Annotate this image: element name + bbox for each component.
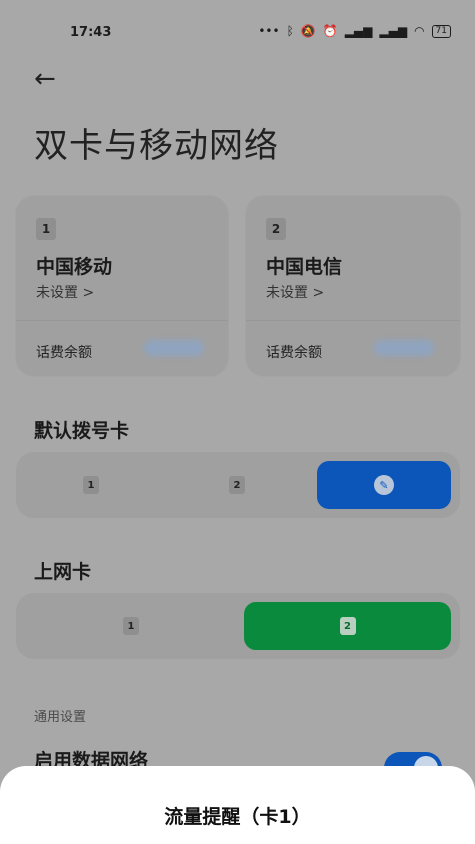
- sim-divider: [16, 320, 228, 321]
- sim-divider: [246, 320, 460, 321]
- sim-status-2[interactable]: 未设置 >: [266, 282, 324, 302]
- sim-carrier-1: 中国移动: [36, 256, 113, 278]
- sim-badge-1: 1: [36, 218, 56, 240]
- alarm-icon: ⏰: [322, 24, 338, 38]
- data-sim-title: 上网卡: [34, 561, 92, 583]
- general-settings-label: 通用设置: [34, 710, 87, 725]
- sim-card-1[interactable]: 1 中国移动 未设置 > 话费余额: [16, 196, 228, 376]
- sim-card-2[interactable]: 2 中国电信 未设置 > 话费余额: [246, 196, 460, 376]
- bottom-sheet: 流量提醒（卡1）: [0, 766, 475, 844]
- data-sim-selector: 1 2: [16, 593, 460, 659]
- back-arrow-icon[interactable]: ←: [34, 64, 56, 94]
- sim-badge-2: 2: [266, 218, 286, 240]
- signal-sim2-icon: ▂▄▆: [379, 24, 408, 38]
- default-call-title: 默认拨号卡: [34, 420, 130, 442]
- signal-sim1-icon: ▂▄▆: [344, 24, 373, 38]
- default-call-option-ask[interactable]: ✎: [317, 461, 451, 509]
- data-sim-option-1[interactable]: 1: [26, 602, 236, 650]
- status-time: 17:43: [70, 25, 112, 40]
- default-call-selector: 1 2 ✎: [16, 452, 460, 518]
- sim-balance-value-2-blurred: [374, 340, 434, 356]
- default-call-option-1[interactable]: 1: [26, 461, 156, 509]
- page-title: 双卡与移动网络: [34, 126, 279, 166]
- bluetooth-icon: ᛒ: [286, 24, 294, 38]
- status-bar: 17:43 ••• ᛒ 🔕 ⏰ ▂▄▆ ▂▄▆ ◠ 71: [0, 0, 475, 60]
- status-icons: ••• ᛒ 🔕 ⏰ ▂▄▆ ▂▄▆ ◠ 71: [258, 24, 451, 38]
- sim-balance-label-1: 话费余额: [36, 345, 92, 361]
- sim-carrier-2: 中国电信: [266, 256, 343, 278]
- sim-status-1[interactable]: 未设置 >: [36, 282, 94, 302]
- sim2-badge: 2: [339, 617, 356, 635]
- data-sim-option-2[interactable]: 2: [244, 602, 451, 650]
- default-call-option-2[interactable]: 2: [172, 461, 302, 509]
- battery-icon: 71: [431, 24, 451, 38]
- sheet-title: 流量提醒（卡1）: [164, 806, 311, 828]
- sim2-badge: 2: [229, 476, 245, 494]
- sim-balance-label-2: 话费余额: [266, 345, 322, 361]
- pencil-icon: ✎: [374, 475, 394, 495]
- sim1-badge: 1: [83, 476, 99, 494]
- mute-icon: 🔕: [300, 24, 316, 38]
- sim1-badge: 1: [123, 617, 139, 635]
- wifi-icon: ◠: [414, 24, 425, 38]
- sim-balance-value-1-blurred: [144, 340, 204, 356]
- more-dots-icon: •••: [258, 24, 280, 38]
